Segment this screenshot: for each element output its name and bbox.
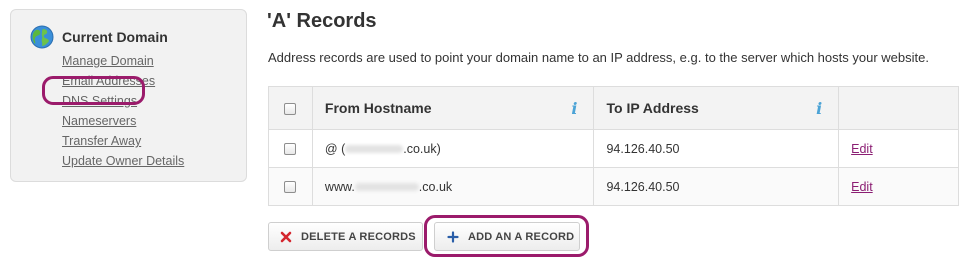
sidebar-link-transfer-away[interactable]: Transfer Away (62, 131, 184, 151)
delete-a-records-button[interactable]: DELETE A RECORDS (268, 222, 423, 251)
add-a-record-label: ADD AN A RECORD (468, 230, 575, 243)
action-cell: Edit (838, 167, 959, 206)
ip-info-icon[interactable]: i (816, 99, 822, 118)
row-select-cell (268, 129, 313, 168)
table-header-row: From Hostname i To IP Address i (268, 86, 959, 130)
select-all-checkbox[interactable] (284, 103, 297, 116)
header-from-hostname: From Hostname i (311, 86, 595, 130)
header-actions (838, 86, 959, 130)
ip-cell: 94.126.40.50 (593, 167, 840, 206)
a-records-table: From Hostname i To IP Address i @ ( .co.u… (268, 86, 959, 206)
ip-cell: 94.126.40.50 (593, 129, 840, 168)
sidebar-link-email-addresses[interactable]: Email Addresses (62, 71, 184, 91)
hostname-suffix: .co.uk) (403, 141, 441, 156)
hostname-cell: @ ( .co.uk) (311, 129, 595, 168)
add-a-record-button[interactable]: ADD AN A RECORD (434, 222, 580, 251)
globe-icon (30, 25, 54, 49)
header-from-hostname-label: From Hostname (324, 100, 432, 116)
sidebar-link-nameservers[interactable]: Nameservers (62, 111, 184, 131)
header-to-ip-address: To IP Address i (593, 86, 840, 130)
hostname-cell: www. .co.uk (311, 167, 595, 206)
row-checkbox[interactable] (284, 143, 297, 156)
select-all-cell (268, 86, 313, 130)
sidebar-link-manage-domain[interactable]: Manage Domain (62, 51, 184, 71)
header-to-ip-address-label: To IP Address (606, 100, 699, 116)
hostname-suffix: .co.uk (418, 179, 453, 194)
sidebar-link-update-owner-details[interactable]: Update Owner Details (62, 151, 184, 171)
delete-x-icon (280, 231, 292, 242)
hostname-prefix: www. (324, 179, 355, 194)
table-row: www. .co.uk 94.126.40.50 Edit (268, 167, 959, 206)
row-checkbox[interactable] (284, 181, 297, 194)
page-description: Address records are used to point your d… (268, 50, 929, 65)
redacted-domain (354, 183, 419, 192)
hostname-prefix: @ ( (324, 141, 346, 156)
delete-a-records-label: DELETE A RECORDS (301, 230, 416, 243)
action-cell: Edit (838, 129, 959, 168)
hostname-info-icon[interactable]: i (571, 99, 577, 118)
sidebar-links: Manage Domain Email Addresses DNS Settin… (62, 51, 184, 171)
page-title: 'A' Records (267, 10, 377, 32)
row-select-cell (268, 167, 313, 206)
plus-icon (447, 230, 459, 243)
domain-sidebar: Current Domain Manage Domain Email Addre… (10, 9, 247, 182)
current-domain-title: Current Domain (62, 29, 168, 45)
sidebar-link-dns-settings[interactable]: DNS Settings (62, 91, 184, 111)
edit-link[interactable]: Edit (851, 180, 873, 194)
table-row: @ ( .co.uk) 94.126.40.50 Edit (268, 129, 959, 168)
redacted-domain (345, 145, 404, 154)
edit-link[interactable]: Edit (851, 142, 873, 156)
